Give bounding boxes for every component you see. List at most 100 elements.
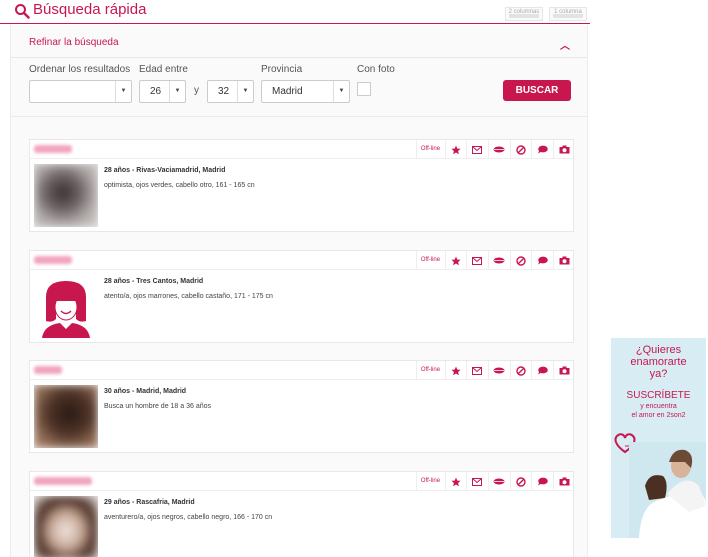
kiss-icon (493, 367, 505, 374)
age-label: Edad entre (139, 64, 188, 75)
profile-photo[interactable] (34, 275, 98, 338)
refine-search-title[interactable]: Refinar la búsqueda (29, 37, 119, 48)
photos-button[interactable] (553, 472, 574, 491)
province-select[interactable]: Madrid ▼ (261, 80, 350, 103)
block-icon (516, 144, 526, 155)
profile-card-header: Off-line (30, 140, 573, 159)
block-button[interactable] (510, 251, 531, 270)
page-header: Búsqueda rápida 2 columnas 1 columna (0, 0, 590, 24)
chevron-down-icon: ▼ (115, 81, 131, 102)
photos-button[interactable] (553, 361, 574, 380)
ad-headline: ¿Quieres enamorarte ya? (611, 344, 706, 380)
favorite-button[interactable] (445, 472, 466, 491)
page-title: Búsqueda rápida (33, 1, 147, 18)
message-button[interactable] (466, 140, 487, 159)
message-button[interactable] (466, 361, 487, 380)
results-list: Off-line 28 años - Rivas-Vaciamadrid, Ma… (10, 117, 588, 557)
two-columns-button[interactable]: 2 columnas (505, 7, 543, 21)
mail-icon (472, 477, 482, 486)
order-select[interactable]: ▼ (29, 80, 132, 103)
chat-icon (537, 256, 548, 265)
camera-icon (559, 477, 569, 486)
ad-headline-line: ya? (649, 368, 668, 380)
photo-image (34, 385, 98, 448)
chat-button[interactable] (531, 472, 552, 491)
message-button[interactable] (466, 472, 487, 491)
profile-details: atento/a, ojos marrones, cabello castaño… (104, 293, 273, 300)
age-and-label: y (194, 85, 199, 96)
photo-label: Con foto (357, 64, 395, 75)
age-max-select[interactable]: 32 ▼ (207, 80, 254, 103)
subscribe-ad-banner[interactable]: ¿Quieres enamorarte ya? SUSCRÍBETE y enc… (611, 338, 706, 538)
profile-details: optimista, ojos verdes, cabello otro, 16… (104, 182, 255, 189)
status-badge: Off-line (416, 472, 444, 491)
chat-icon (537, 366, 548, 375)
mail-icon (472, 366, 482, 375)
profile-photo[interactable] (34, 496, 98, 557)
kiss-icon (493, 146, 505, 153)
chevron-down-icon: ▼ (237, 81, 253, 102)
profile-summary: 28 años - Rivas-Vaciamadrid, Madrid (104, 167, 226, 174)
age-min-select[interactable]: 26 ▼ (139, 80, 186, 103)
kiss-button[interactable] (488, 140, 509, 159)
profile-card-header: Off-line (30, 472, 573, 491)
profile-card[interactable]: Off-line 28 años - Rivas-Vaciamadrid, Ma… (29, 139, 574, 232)
profile-summary: 28 años - Tres Cantos, Madrid (104, 278, 204, 285)
chevron-up-icon[interactable]: ︿ (560, 37, 570, 52)
profile-details: aventurero/a, ojos negros, cabello negro… (104, 514, 273, 521)
profile-card[interactable]: Off-line 28 años - Tres Cantos, Madrid a… (29, 250, 574, 343)
chevron-down-icon: ▼ (169, 81, 185, 102)
province-label: Provincia (261, 64, 303, 75)
profile-username[interactable] (34, 366, 62, 374)
search-button[interactable]: BUSCAR (503, 80, 571, 101)
chat-button[interactable] (531, 251, 552, 270)
panel-divider (11, 57, 587, 58)
kiss-button[interactable] (488, 251, 509, 270)
profile-username[interactable] (34, 477, 92, 485)
mail-icon (472, 145, 482, 154)
profile-username[interactable] (34, 145, 72, 153)
chat-icon (537, 145, 548, 154)
two-columns-bar (509, 14, 539, 18)
profile-photo[interactable] (34, 385, 98, 448)
block-icon (516, 476, 526, 487)
one-column-bar (553, 14, 583, 18)
photos-button[interactable] (553, 140, 574, 159)
with-photo-checkbox[interactable] (357, 82, 371, 96)
favorite-button[interactable] (445, 140, 466, 159)
couple-image (629, 442, 706, 538)
chevron-down-icon: ▼ (333, 81, 349, 102)
order-label: Ordenar los resultados (29, 64, 131, 75)
one-column-button[interactable]: 1 columna (549, 7, 587, 21)
favorite-button[interactable] (445, 251, 466, 270)
camera-icon (559, 145, 569, 154)
kiss-button[interactable] (488, 472, 509, 491)
block-button[interactable] (510, 472, 531, 491)
favorite-button[interactable] (445, 361, 466, 380)
photos-button[interactable] (553, 251, 574, 270)
block-button[interactable] (510, 361, 531, 380)
kiss-button[interactable] (488, 361, 509, 380)
refine-search-panel: Refinar la búsqueda ︿ Ordenar los result… (10, 25, 588, 117)
ad-tagline: y encuentra el amor en 2son2 (611, 402, 706, 420)
age-min-value: 26 (150, 86, 162, 97)
block-icon (516, 255, 526, 266)
profile-card[interactable]: Off-line 29 años - Rascafria, Madrid ave… (29, 471, 574, 557)
status-badge: Off-line (416, 361, 444, 380)
chat-button[interactable] (531, 361, 552, 380)
chat-button[interactable] (531, 140, 552, 159)
profile-username[interactable] (34, 256, 72, 264)
profile-summary: 29 años - Rascafria, Madrid (104, 499, 195, 506)
mail-icon (472, 256, 482, 265)
profile-photo[interactable] (34, 164, 98, 227)
ad-tagline-line: el amor en 2son2 (631, 412, 686, 419)
star-icon (451, 256, 461, 265)
star-icon (451, 477, 461, 486)
camera-icon (559, 256, 569, 265)
profile-card[interactable]: Off-line 30 años - Madrid, Madrid Busca … (29, 360, 574, 453)
message-button[interactable] (466, 251, 487, 270)
ad-subscribe-text: SUSCRÍBETE (626, 390, 691, 401)
ad-headline-line: ¿Quieres (635, 344, 682, 356)
search-icon (15, 4, 30, 19)
block-button[interactable] (510, 140, 531, 159)
